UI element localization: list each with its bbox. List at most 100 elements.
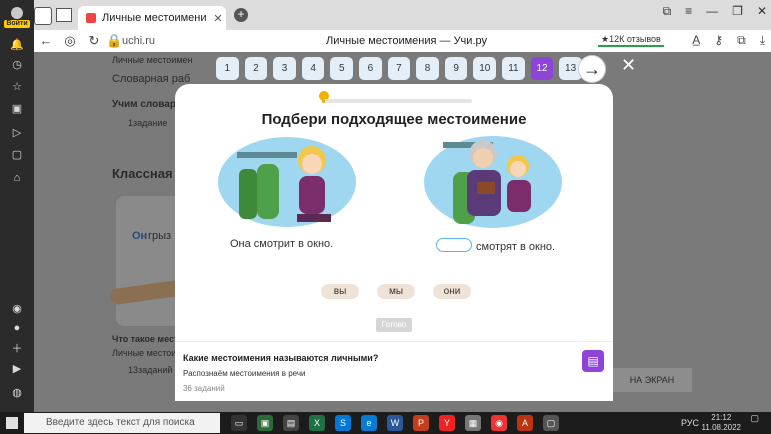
close-icon[interactable]: ✕ (757, 4, 767, 19)
tab-bar: Личные местоимени ✕ + ⧉ ≡ — ❐ ✕ (34, 0, 771, 30)
back-icon[interactable]: ← (38, 33, 54, 49)
star-icon[interactable]: ☆ (0, 78, 34, 94)
clock-time: 21:12 (711, 413, 732, 422)
info-subtitle: Распознаём местоимения в речи (183, 369, 306, 378)
edge-icon[interactable]: e (361, 415, 377, 431)
login-label: Войти (4, 19, 30, 28)
task-view-icon[interactable]: ▭ (231, 415, 247, 431)
clock-date: 11.08.2022 (701, 423, 741, 432)
powerpoint-icon[interactable]: P (413, 415, 429, 431)
task-number-9[interactable]: 9 (444, 57, 468, 80)
task-number-5[interactable]: 5 (330, 57, 354, 80)
bg-what-sub: Личные местои (112, 348, 177, 358)
task-number-4[interactable]: 4 (301, 57, 325, 80)
notifications-icon[interactable]: ▢ (750, 413, 759, 424)
tab-active[interactable]: Личные местоимени ✕ (78, 6, 226, 30)
yandex-browser-icon[interactable]: Y (439, 415, 455, 431)
reload-icon[interactable]: ↻ (86, 33, 102, 49)
bus-grandma-girl-illustration (424, 136, 562, 228)
music-icon[interactable]: ▶ (0, 360, 34, 376)
excel-icon[interactable]: X (309, 415, 325, 431)
choice-vy[interactable]: вы (321, 284, 359, 299)
app-icon[interactable]: ▤ (283, 415, 299, 431)
presentation-icon[interactable]: ▤ (582, 350, 604, 372)
left-sentence: Она смотрит в окно. (230, 238, 334, 250)
key-icon[interactable]: ⚷ (714, 33, 723, 48)
bg-card-text: грыз (148, 230, 172, 242)
tab-title: Личные местоимени (102, 12, 207, 24)
bg-learn-sub: 1задание (128, 118, 168, 128)
calculator-icon[interactable]: ▦ (465, 415, 481, 431)
choice-list: вы мы они (321, 284, 471, 299)
folder-icon[interactable] (56, 8, 72, 22)
info-title: Какие местоимения называются личными? (183, 353, 379, 363)
bookmark-icon[interactable]: ⧉ (737, 33, 746, 48)
task-number-7[interactable]: 7 (387, 57, 411, 80)
word-icon[interactable]: W (387, 415, 403, 431)
restore-icon[interactable]: ❐ (732, 4, 743, 19)
info-task-count: 36 заданий (183, 384, 225, 393)
app-icon[interactable]: ▢ (543, 415, 559, 431)
app-icon[interactable]: ● (0, 320, 34, 336)
task-number-6[interactable]: 6 (359, 57, 382, 80)
close-icon[interactable]: ✕ (621, 55, 636, 76)
bg-card-word: Он (132, 230, 148, 242)
progress-bar (322, 99, 472, 103)
play-icon[interactable]: ▷ (0, 124, 34, 140)
tab-switch-icon[interactable]: ⧉ (663, 4, 672, 19)
task-number-11[interactable]: 11 (502, 57, 525, 80)
task-number-10[interactable]: 10 (473, 57, 497, 80)
alice-icon[interactable]: ◍ (0, 384, 34, 400)
next-arrow-button[interactable]: → (579, 56, 605, 82)
bell-icon[interactable]: 🔔 (0, 36, 34, 52)
close-icon[interactable]: ✕ (210, 12, 226, 25)
lesson-info-panel: Какие местоимения называются личными? Ра… (175, 341, 613, 401)
bg-section-title: Классная р (112, 166, 185, 181)
choice-my[interactable]: мы (377, 284, 415, 299)
menu-icon[interactable]: ≡ (685, 4, 692, 19)
history-icon[interactable]: ◷ (0, 56, 34, 72)
clock[interactable]: 21:12 11.08.2022 (702, 413, 741, 433)
task-number-12[interactable]: 12 (530, 57, 554, 80)
address-actions: A̲ ⚷ ⧉ ⤓ (692, 33, 765, 48)
language-indicator[interactable]: РУС (681, 418, 699, 428)
choice-oni[interactable]: они (433, 284, 471, 299)
task-number-2[interactable]: 2 (244, 57, 268, 80)
bg-header: Личные местоимен (112, 55, 193, 65)
task-number-8[interactable]: 8 (416, 57, 439, 80)
login-button[interactable]: Войти (0, 4, 34, 30)
collections-icon[interactable]: ▣ (0, 100, 34, 116)
right-sentence: смотрят в окно. (436, 238, 555, 253)
url-field[interactable]: uchi.ru (122, 35, 155, 47)
task-number-3[interactable]: 3 (273, 57, 296, 80)
progress-fill (322, 99, 325, 103)
translate-icon[interactable]: A̲ (692, 33, 700, 48)
taskbar-search[interactable]: Введите здесь текст для поиска (24, 413, 220, 433)
reviews-badge[interactable]: ★12К отзывов (598, 34, 664, 47)
bg-work-line: Словарная раб (112, 73, 191, 85)
tabs-icon[interactable]: ▢ (0, 146, 34, 162)
camera-icon[interactable]: ⌂ (0, 170, 34, 186)
page-title: Личные местоимения — Учи.ру (326, 35, 487, 47)
download-icon[interactable]: ⤓ (760, 33, 765, 48)
question-title: Подбери подходящее местоимение (261, 111, 527, 128)
chrome-icon[interactable]: ◉ (491, 415, 507, 431)
windows-icon[interactable] (6, 417, 18, 429)
answer-blank[interactable] (436, 238, 472, 252)
new-tab-button[interactable]: + (234, 8, 248, 22)
skype-icon[interactable]: S (335, 415, 351, 431)
task-number-1[interactable]: 1 (216, 57, 239, 80)
yandex-icon[interactable]: ◎ (62, 33, 78, 49)
ready-button[interactable]: Готово (376, 318, 412, 332)
acrobat-icon[interactable]: A (517, 415, 533, 431)
minimize-icon[interactable]: — (706, 4, 718, 19)
taskbar: Введите здесь текст для поиска ▭ ▣ ▤ X S… (0, 412, 771, 434)
add-icon[interactable]: ＋ (0, 340, 34, 356)
window-controls: ⧉ ≡ — ❐ ✕ (663, 4, 767, 19)
lock-icon: 🔒 (106, 33, 123, 48)
fullscreen-button[interactable]: НА ЭКРАН (612, 368, 692, 392)
site-icon (86, 13, 96, 23)
app-icon[interactable]: ◉ (0, 300, 34, 316)
app-icon[interactable]: ▣ (257, 415, 273, 431)
home-icon[interactable] (34, 7, 52, 25)
